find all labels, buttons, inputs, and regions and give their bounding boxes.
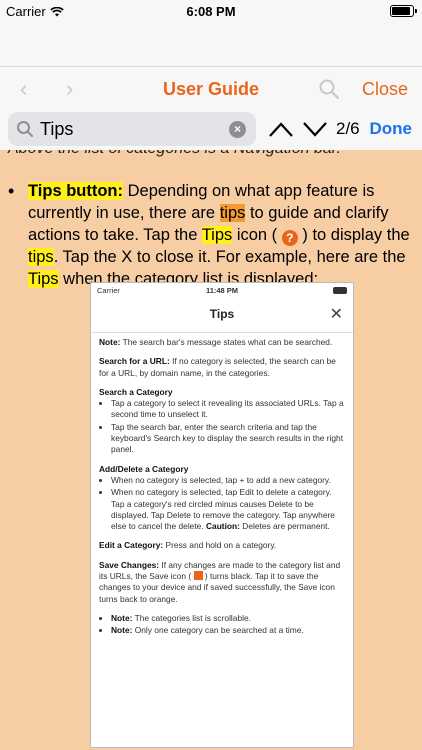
navigation-bar: ‹ › User Guide Close bbox=[0, 66, 422, 110]
find-query: Tips bbox=[40, 119, 74, 139]
heading: Search a Category bbox=[99, 386, 173, 397]
top-band bbox=[0, 22, 422, 66]
heading: Add/Delete a Category bbox=[99, 463, 189, 474]
embedded-title: Tips bbox=[209, 307, 235, 321]
list-item: Note: Only one category can be searched … bbox=[111, 625, 345, 636]
embedded-add-list: When no category is selected, tap + to a… bbox=[111, 475, 345, 532]
embedded-header: Tips ✕ bbox=[91, 297, 353, 333]
match-count: 2/6 bbox=[336, 119, 360, 138]
match: tips bbox=[28, 248, 54, 266]
find-input[interactable]: Tips × bbox=[8, 112, 256, 146]
embedded-edit: Edit a Category: Press and hold on a cat… bbox=[99, 540, 345, 551]
match: Tips bbox=[201, 226, 233, 244]
label: Edit a Category: bbox=[99, 540, 164, 551]
embedded-body: Note: The search bar's message states wh… bbox=[99, 337, 345, 645]
magnifier-icon bbox=[17, 121, 33, 137]
embedded-cat-list: Tap a category to select it revealing it… bbox=[111, 398, 345, 455]
help-icon: ? bbox=[281, 230, 298, 246]
list-item: When no category is selected, tap + to a… bbox=[111, 475, 345, 486]
embedded-add-heading: Add/Delete a Category bbox=[99, 464, 345, 475]
close-icon: ✕ bbox=[329, 306, 343, 323]
label: Note: bbox=[99, 337, 121, 347]
list-item: When no category is selected, tap Edit t… bbox=[111, 487, 345, 532]
label: Save Changes: bbox=[99, 559, 160, 570]
save-icon bbox=[193, 571, 203, 581]
match: Tips bbox=[28, 270, 59, 288]
bullet-text: . Tap the X to close it. For example, he… bbox=[53, 248, 406, 266]
text: The search bar's message states what can… bbox=[120, 337, 333, 347]
battery-icon bbox=[390, 5, 417, 17]
search-icon[interactable] bbox=[318, 78, 340, 100]
page-title: User Guide bbox=[162, 79, 260, 99]
label: Search for a URL: bbox=[99, 356, 170, 367]
text: Press and hold on a category. bbox=[163, 540, 277, 551]
embedded-note: Note: The search bar's message states wh… bbox=[99, 337, 345, 348]
embedded-time: 11:48 PM bbox=[205, 286, 239, 295]
cut-off-line: Above the list of categories is a Naviga… bbox=[8, 150, 341, 158]
chevron-up-icon[interactable] bbox=[268, 119, 294, 139]
bullet-term: Tips button: bbox=[28, 182, 124, 200]
embedded-save: Save Changes: If any changes are made to… bbox=[99, 560, 345, 605]
find-bar: Tips × 2/6 Done bbox=[0, 110, 422, 150]
battery-icon bbox=[333, 287, 347, 294]
label: Note: bbox=[111, 612, 133, 623]
guide-content[interactable]: Above the list of categories is a Naviga… bbox=[0, 150, 422, 750]
status-time: 6:08 PM bbox=[186, 4, 236, 19]
embedded-cat-heading: Search a Category bbox=[99, 387, 345, 398]
text: Only one category can be searched at a t… bbox=[132, 625, 304, 636]
match-current: tips bbox=[219, 204, 246, 222]
list-item: Note: The categories list is scrollable. bbox=[111, 613, 345, 624]
text: Deletes are permanent. bbox=[239, 521, 330, 532]
text: The categories list is scrollable. bbox=[132, 612, 251, 623]
tips-example-screenshot: Carrier 11:48 PM Tips ✕ Note: The search… bbox=[90, 282, 354, 748]
label: Note: bbox=[111, 625, 133, 636]
clear-icon[interactable]: × bbox=[229, 121, 246, 138]
status-bar: Carrier 6:08 PM bbox=[0, 0, 422, 22]
list-item: Tap the search bar, enter the search cri… bbox=[111, 422, 345, 456]
chevron-down-icon[interactable] bbox=[302, 119, 328, 139]
bullet-text: icon ( bbox=[232, 226, 282, 244]
list-item: Tap a category to select it revealing it… bbox=[111, 398, 345, 421]
label: Caution: bbox=[205, 521, 240, 532]
embedded-status-bar: Carrier 11:48 PM bbox=[91, 283, 353, 297]
close-button[interactable]: Close bbox=[362, 79, 408, 100]
tips-bullet: Tips button: Depending on what app featu… bbox=[8, 180, 414, 290]
done-button[interactable]: Done bbox=[370, 119, 413, 139]
embedded-url: Search for a URL: If no category is sele… bbox=[99, 356, 345, 379]
bullet-text: ) to display the bbox=[297, 226, 410, 244]
embedded-notes-list: Note: The categories list is scrollable.… bbox=[111, 613, 345, 637]
